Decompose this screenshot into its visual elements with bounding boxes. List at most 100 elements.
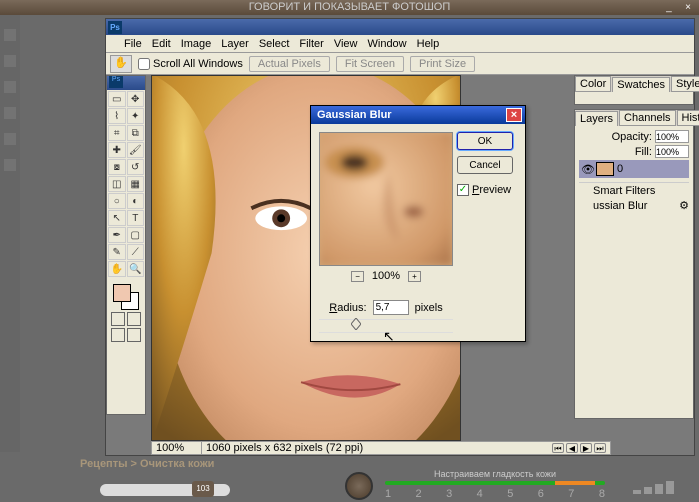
path-tool-icon[interactable]: ↖ xyxy=(108,210,126,226)
filter-gaussian-row[interactable]: ussian Blur⚙ xyxy=(579,199,689,212)
dodge-tool-icon[interactable]: ◐ xyxy=(127,193,145,209)
slice-tool-icon[interactable]: ⧉ xyxy=(127,125,145,141)
tab-swatches[interactable]: Swatches xyxy=(612,77,670,92)
dialog-close-icon[interactable]: × xyxy=(506,108,522,122)
progress-bar[interactable] xyxy=(385,481,605,485)
tab-styles[interactable]: Styles xyxy=(671,76,699,92)
dialog-titlebar[interactable]: Gaussian Blur × xyxy=(311,106,525,124)
gradient-tool-icon[interactable]: ▦ xyxy=(127,176,145,192)
stamp-tool-icon[interactable]: ⧇ xyxy=(108,159,126,175)
hand-tool-icon[interactable]: ✋ xyxy=(110,55,132,73)
opacity-input[interactable] xyxy=(655,130,689,143)
tab-layers[interactable]: Layers xyxy=(575,111,618,126)
breadcrumb[interactable]: Рецепты > Очистка кожи xyxy=(80,458,214,470)
scrub-thumb[interactable]: 103 xyxy=(192,481,214,497)
preview-checkbox[interactable]: ✓ PPreviewreview xyxy=(457,184,517,196)
move-tool-icon[interactable]: ✥ xyxy=(127,91,145,107)
rail-icon[interactable] xyxy=(4,159,16,171)
jog-knob-icon[interactable] xyxy=(345,472,373,500)
eye-icon[interactable]: 👁 xyxy=(581,163,593,176)
scrub-bar[interactable]: 103 xyxy=(100,484,230,496)
ps-titlebar[interactable]: Ps xyxy=(106,19,694,35)
zoom-display[interactable]: 100% xyxy=(152,442,202,454)
nav-play-icon[interactable]: ▶ xyxy=(580,443,592,453)
cancel-button[interactable]: Cancel xyxy=(457,156,513,174)
brush-tool-icon[interactable]: 🖌 xyxy=(127,142,145,158)
tab-channels[interactable]: Channels xyxy=(619,110,675,126)
slider-thumb-icon[interactable] xyxy=(351,318,361,330)
volume-icon[interactable] xyxy=(631,480,691,496)
minimize-icon[interactable]: _ xyxy=(662,0,676,12)
tick[interactable]: 6 xyxy=(538,488,544,500)
smart-filters-row[interactable]: Smart Filters xyxy=(579,185,689,197)
rail-icon[interactable] xyxy=(4,29,16,41)
eyedropper-tool-icon[interactable]: ⟋ xyxy=(127,244,145,260)
crop-tool-icon[interactable]: ⌗ xyxy=(108,125,126,141)
menu-image[interactable]: Image xyxy=(181,38,212,50)
marquee-tool-icon[interactable]: ▭ xyxy=(108,91,126,107)
rail-icon[interactable] xyxy=(4,55,16,67)
fill-input[interactable] xyxy=(655,145,689,158)
tick[interactable]: 4 xyxy=(477,488,483,500)
standard-mode-icon[interactable] xyxy=(111,312,125,326)
tick[interactable]: 2 xyxy=(416,488,422,500)
type-tool-icon[interactable]: T xyxy=(127,210,145,226)
tab-history[interactable]: History xyxy=(677,110,699,126)
lasso-tool-icon[interactable]: ⌇ xyxy=(108,108,126,124)
scroll-all-checkbox[interactable]: Scroll All Windows xyxy=(138,58,243,70)
filter-settings-icon[interactable]: ⚙ xyxy=(679,199,689,212)
fg-color-swatch[interactable] xyxy=(113,284,131,302)
pen-tool-icon[interactable]: ✒ xyxy=(108,227,126,243)
tick[interactable]: 5 xyxy=(507,488,513,500)
menu-help[interactable]: Help xyxy=(417,38,440,50)
blur-tool-icon[interactable]: ○ xyxy=(108,193,126,209)
zoom-tool-icon[interactable]: 🔍 xyxy=(127,261,145,277)
zoom-out-icon[interactable]: − xyxy=(351,271,364,282)
wand-tool-icon[interactable]: ✦ xyxy=(127,108,145,124)
ok-button[interactable]: OK xyxy=(457,132,513,150)
print-size-button[interactable]: Print Size xyxy=(410,56,475,72)
tutorial-titlebar: ГОВОРИТ И ПОКАЗЫВАЕТ ФОТОШОП _ × xyxy=(0,0,699,15)
screen-mode-2-icon[interactable] xyxy=(127,328,141,342)
quickmask-icon[interactable] xyxy=(127,312,141,326)
nav-prev-icon[interactable]: ◀ xyxy=(566,443,578,453)
tab-color[interactable]: Color xyxy=(575,76,611,92)
rail-icon[interactable] xyxy=(4,107,16,119)
eraser-tool-icon[interactable]: ◫ xyxy=(108,176,126,192)
rail-icon[interactable] xyxy=(4,81,16,93)
tick[interactable]: 1 xyxy=(385,488,391,500)
dialog-preview[interactable] xyxy=(319,132,453,266)
shape-tool-icon[interactable]: ▢ xyxy=(127,227,145,243)
menu-window[interactable]: Window xyxy=(368,38,407,50)
tick[interactable]: 3 xyxy=(446,488,452,500)
menu-edit[interactable]: Edit xyxy=(152,38,171,50)
heal-tool-icon[interactable]: ✚ xyxy=(108,142,126,158)
menu-select[interactable]: Select xyxy=(259,38,290,50)
notes-tool-icon[interactable]: ✎ xyxy=(108,244,126,260)
preview-check-icon[interactable]: ✓ xyxy=(457,184,469,196)
radius-input[interactable] xyxy=(373,300,409,315)
rail-icon[interactable] xyxy=(4,133,16,145)
hand-tool2-icon[interactable]: ✋ xyxy=(108,261,126,277)
menu-filter[interactable]: Filter xyxy=(299,38,323,50)
scroll-all-input[interactable] xyxy=(138,58,150,70)
nav-first-icon[interactable]: ⏮ xyxy=(552,443,564,453)
menu-layer[interactable]: Layer xyxy=(221,38,249,50)
screen-mode-1-icon[interactable] xyxy=(111,328,125,342)
menu-file[interactable]: File xyxy=(124,38,142,50)
toolbox: Ps ▭✥ ⌇✦ ⌗⧉ ✚🖌 ⧇↺ ◫▦ ○◐ ↖T ✒▢ ✎⟋ ✋🔍 xyxy=(106,75,146,415)
tick[interactable]: 7 xyxy=(568,488,574,500)
color-panel: Color Swatches Styles xyxy=(574,75,694,105)
menu-view[interactable]: View xyxy=(334,38,358,50)
fit-screen-button[interactable]: Fit Screen xyxy=(336,56,404,72)
tick[interactable]: 8 xyxy=(599,488,605,500)
close-icon[interactable]: × xyxy=(681,0,695,12)
preview-zoom: 100% xyxy=(372,270,400,282)
nav-next-icon[interactable]: ⏭ xyxy=(594,443,606,453)
zoom-in-icon[interactable]: + xyxy=(408,271,421,282)
history-brush-icon[interactable]: ↺ xyxy=(127,159,145,175)
layer-row-active[interactable]: 👁 0 xyxy=(579,160,689,178)
tutorial-title: ГОВОРИТ И ПОКАЗЫВАЕТ ФОТОШОП xyxy=(249,1,451,13)
panels-dock: Color Swatches Styles Layers Channels Hi… xyxy=(574,75,694,435)
actual-pixels-button[interactable]: Actual Pixels xyxy=(249,56,330,72)
